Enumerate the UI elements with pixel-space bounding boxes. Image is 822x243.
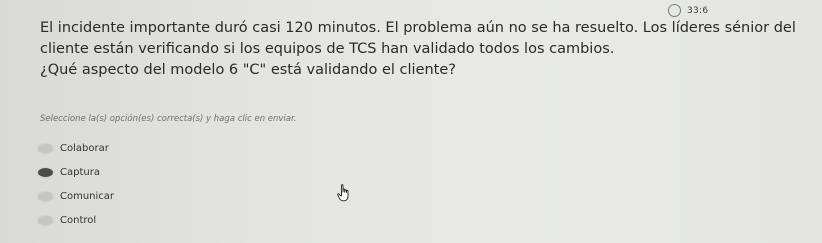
radio-button[interactable] <box>38 215 53 225</box>
radio-button[interactable] <box>38 191 53 201</box>
radio-button[interactable] <box>38 143 53 153</box>
timer-icon <box>668 4 681 17</box>
option-control[interactable]: Control <box>38 208 114 232</box>
timer: 33:6 <box>668 4 708 17</box>
option-colaborar[interactable]: Colaborar <box>38 136 114 160</box>
question-text: El incidente importante duró casi 120 mi… <box>40 18 815 81</box>
radio-button[interactable] <box>38 167 53 177</box>
instruction-text: Seleccione la(s) opción(es) correcta(s) … <box>40 114 297 124</box>
question-paragraph: El incidente importante duró casi 120 mi… <box>40 20 796 57</box>
option-label: Control <box>60 214 97 226</box>
option-label: Colaborar <box>60 142 109 154</box>
option-comunicar[interactable]: Comunicar <box>38 184 114 208</box>
option-label: Captura <box>60 166 100 178</box>
question-prompt: ¿Qué aspecto del modelo 6 "C" está valid… <box>40 62 456 78</box>
option-label: Comunicar <box>60 190 115 202</box>
option-captura[interactable]: Captura <box>38 160 114 184</box>
hand-cursor-icon <box>337 184 349 202</box>
answer-options: Colaborar Captura Comunicar Control <box>38 136 114 232</box>
timer-text: 33:6 <box>687 5 709 16</box>
